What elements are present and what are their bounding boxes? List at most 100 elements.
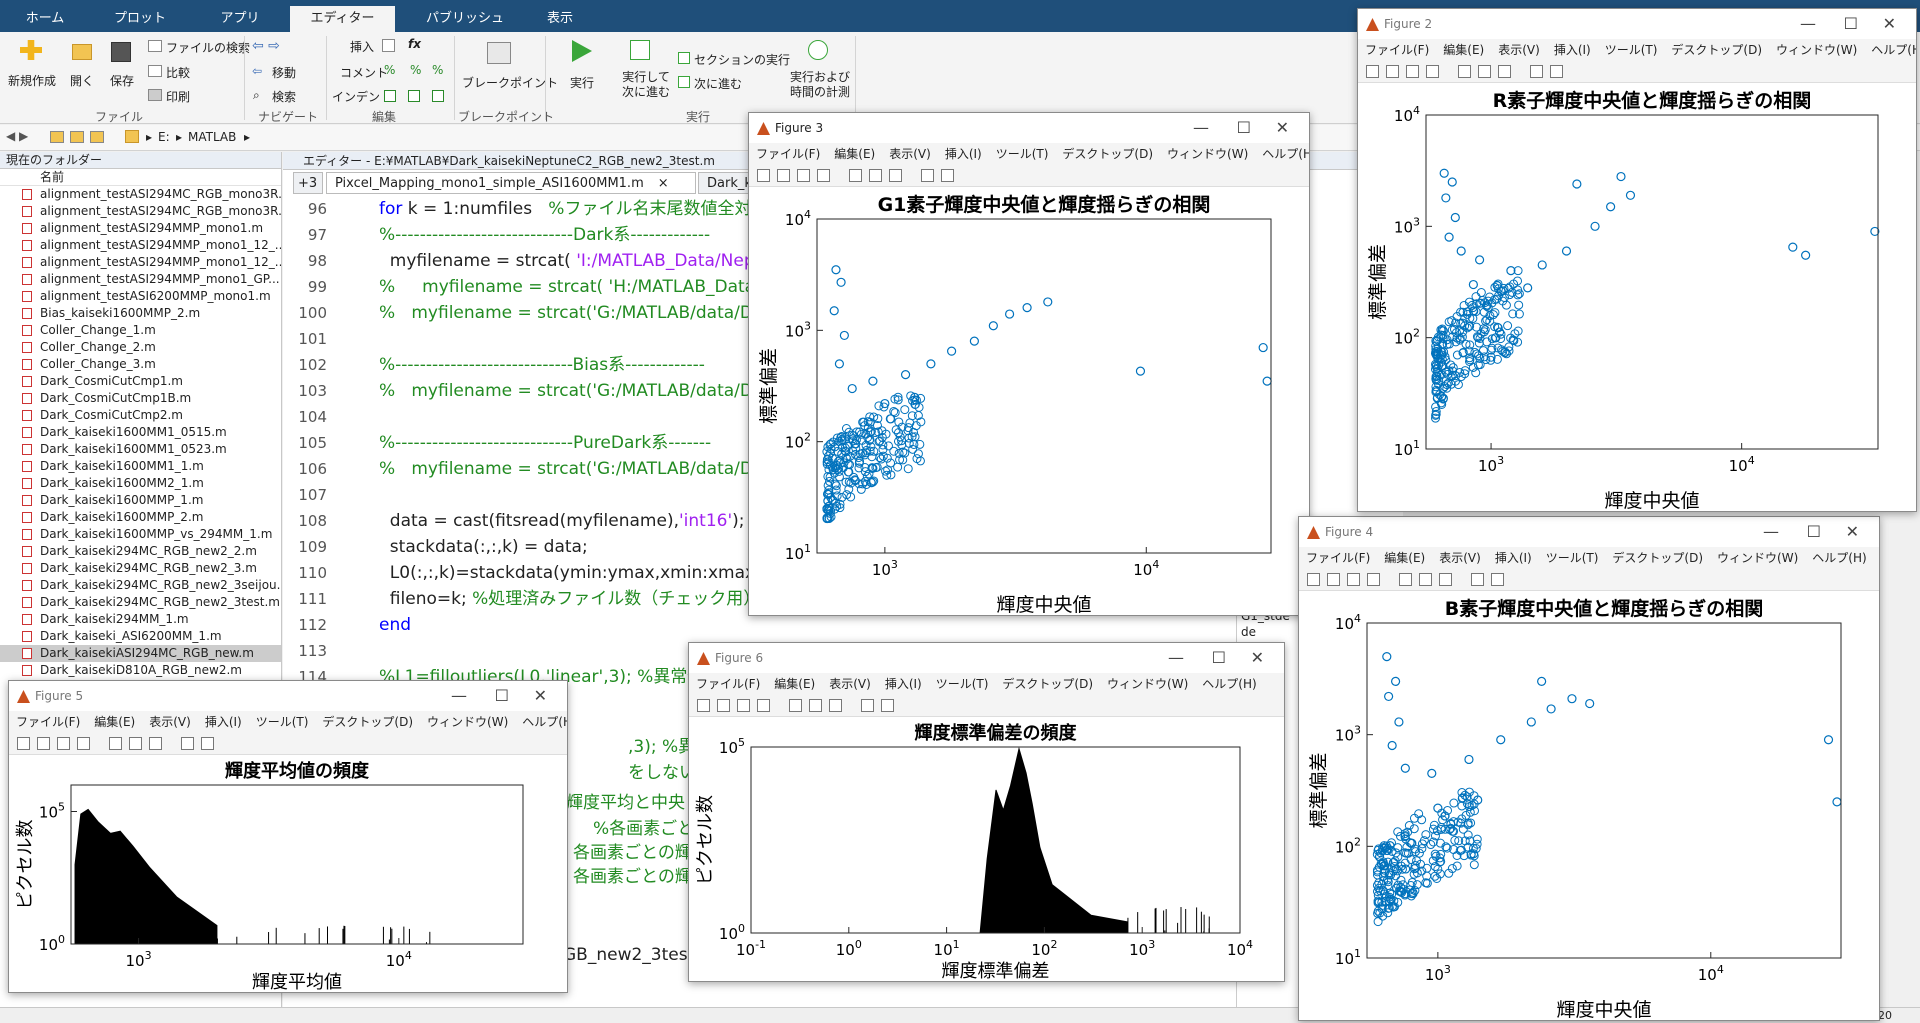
minimize-icon[interactable]: — <box>451 681 467 711</box>
browse-folder-icon[interactable] <box>70 131 84 143</box>
print-icon[interactable] <box>1426 65 1439 78</box>
maximize-icon[interactable]: ☐ <box>1807 517 1821 547</box>
colorbar-icon[interactable] <box>1478 65 1491 78</box>
colorbar-icon[interactable] <box>129 737 142 750</box>
close-icon[interactable]: ✕ <box>534 681 547 711</box>
minimize-icon[interactable]: — <box>1763 517 1779 547</box>
tab-plots[interactable]: プロット <box>105 6 175 32</box>
compare-button[interactable]: 比較 <box>166 64 190 81</box>
figure-menu-item[interactable]: ファイル(F) <box>1299 547 1377 569</box>
nav-arrows-icon[interactable]: ◀ ▶ <box>6 129 28 143</box>
figure-menu-item[interactable]: ヘルプ(H) <box>1864 39 1916 61</box>
figure-menu-item[interactable]: 表示(V) <box>142 711 198 733</box>
folder-file-item[interactable]: alignment_testASI294MC_RGB_mono3R... <box>0 203 281 220</box>
save-icon[interactable] <box>1406 65 1419 78</box>
figure-menu-item[interactable]: デスクトップ(D) <box>315 711 420 733</box>
figure-menu-item[interactable]: ウィンドウ(W) <box>420 711 515 733</box>
insert-button[interactable]: 挿入 <box>350 38 374 55</box>
folder-file-item[interactable]: alignment_testASI294MMP_mono1_12_... <box>0 237 281 254</box>
property-inspector-icon[interactable] <box>201 737 214 750</box>
figure-menu-item[interactable]: ウィンドウ(W) <box>1100 673 1195 695</box>
find-button[interactable]: 検索 <box>272 88 296 105</box>
save-icon[interactable] <box>797 169 810 182</box>
comment-button[interactable]: コメント <box>340 64 388 81</box>
tab-editor[interactable]: エディター <box>290 6 395 32</box>
folder-file-item[interactable]: Dark_kaisekiASI294MC_RGB_new.m <box>0 645 281 662</box>
chart-svg[interactable]: R素子輝度中央値と輝度揺らぎの相関輝度中央値標準偏差103 10410110210… <box>1358 83 1917 512</box>
figure-menu-item[interactable]: 挿入(I) <box>1547 39 1598 61</box>
run-section-button[interactable]: セクションの実行 <box>694 51 790 68</box>
folder-file-item[interactable]: Dark_kaiseki294MC_RGB_new2_3seijou.m <box>0 577 281 594</box>
comment-percent-icon[interactable]: % <box>384 63 395 77</box>
property-inspector-icon[interactable] <box>941 169 954 182</box>
figure-2-window[interactable]: Figure 2— ☐ ✕ ファイル(F) 編集(E) 表示(V) 挿入(I) ツール(T) デ… <box>1357 8 1917 512</box>
figure-menu-item[interactable]: ツール(T) <box>1598 39 1665 61</box>
maximize-icon[interactable]: ☐ <box>495 681 509 711</box>
print-icon[interactable] <box>77 737 90 750</box>
tab-publish[interactable]: パブリッシュ <box>415 6 515 32</box>
save-button[interactable]: 保存 <box>110 72 134 89</box>
legend-icon[interactable] <box>889 169 902 182</box>
folder-file-item[interactable]: Dark_kaiseki1600MMP_vs_294MM_1.m <box>0 526 281 543</box>
new-figure-icon[interactable] <box>1366 65 1379 78</box>
smart-indent-icon[interactable] <box>384 90 396 102</box>
figure-5-window[interactable]: Figure 5— ☐ ✕ ファイル(F) 編集(E) 表示(V) 挿入(I) ツール(T) デ… <box>8 680 568 993</box>
fx-icon[interactable]: fx <box>408 37 421 51</box>
figure-menu-item[interactable]: デスクトップ(D) <box>995 673 1100 695</box>
path-drive[interactable]: E: <box>158 130 170 144</box>
close-icon[interactable]: ✕ <box>1251 643 1264 673</box>
chart-svg[interactable]: 輝度標準偏差の頻度輝度標準偏差ピクセル数10-1 100 101 102 103 1041… <box>689 717 1285 982</box>
tab-view[interactable]: 表示 <box>530 6 590 32</box>
open-file-icon[interactable] <box>777 169 790 182</box>
link-plot-icon[interactable] <box>1458 65 1471 78</box>
figure-menu-item[interactable]: 表示(V) <box>882 143 938 165</box>
uncomment-icon[interactable]: % <box>410 63 421 77</box>
pointer-icon[interactable] <box>921 169 934 182</box>
new-figure-icon[interactable] <box>697 699 710 712</box>
figure-menu-item[interactable]: デスクトップ(D) <box>1605 547 1710 569</box>
indent-button[interactable]: インデント <box>332 88 392 105</box>
print-icon[interactable] <box>757 699 770 712</box>
figure-title-bar[interactable]: Figure 4 <box>1299 517 1879 547</box>
open-button[interactable]: 開く <box>70 72 94 89</box>
close-tab-icon[interactable]: × <box>658 176 669 191</box>
pointer-icon[interactable] <box>1471 573 1484 586</box>
open-file-icon[interactable] <box>1327 573 1340 586</box>
folder-file-item[interactable]: Dark_kaiseki1600MMP_2.m <box>0 509 281 526</box>
minimize-icon[interactable]: — <box>1193 113 1209 143</box>
tab-apps[interactable]: アプリ <box>205 6 275 32</box>
workspace-var[interactable]: de <box>1237 624 1296 640</box>
figure-menu-item[interactable]: ヘルプ(H) <box>1195 673 1263 695</box>
print-icon[interactable] <box>817 169 830 182</box>
figure-menu-item[interactable]: 表示(V) <box>1432 547 1488 569</box>
increase-indent-icon[interactable] <box>408 90 420 102</box>
link-plot-icon[interactable] <box>849 169 862 182</box>
legend-icon[interactable] <box>149 737 162 750</box>
new-figure-icon[interactable] <box>17 737 30 750</box>
print-icon[interactable] <box>1367 573 1380 586</box>
folder-file-item[interactable]: Dark_kaiseki1600MM1_0523.m <box>0 441 281 458</box>
colorbar-icon[interactable] <box>1419 573 1432 586</box>
figure-menu-item[interactable]: ファイル(F) <box>1358 39 1436 61</box>
folder-file-item[interactable]: Dark_kaiseki294MC_RGB_new2_2.m <box>0 543 281 560</box>
link-plot-icon[interactable] <box>1399 573 1412 586</box>
folder-file-item[interactable]: Dark_kaiseki294MC_RGB_new2_3test.m <box>0 594 281 611</box>
search-folder-icon[interactable] <box>90 131 104 143</box>
folder-file-item[interactable]: Dark_kaiseki294MC_RGB_new2_3.m <box>0 560 281 577</box>
goto-button[interactable]: 移動 <box>272 64 296 81</box>
editor-tab-pixcel-mapping[interactable]: Pixcel_Mapping_mono1_simple_ASI1600MM1.m… <box>326 172 696 194</box>
minimize-icon[interactable]: — <box>1168 643 1184 673</box>
figure-title-bar[interactable]: Figure 5 <box>9 681 567 711</box>
open-file-icon[interactable] <box>37 737 50 750</box>
figure-menu-item[interactable]: 編集(E) <box>87 711 142 733</box>
pointer-icon[interactable] <box>861 699 874 712</box>
figure-menu-item[interactable]: 挿入(I) <box>938 143 989 165</box>
property-inspector-icon[interactable] <box>881 699 894 712</box>
figure-menu-item[interactable]: ツール(T) <box>989 143 1056 165</box>
folder-file-item[interactable]: alignment_testASI294MMP_mono1.m <box>0 220 281 237</box>
figure-menu-item[interactable]: 編集(E) <box>827 143 882 165</box>
new-button[interactable]: 新規作成 <box>8 72 56 89</box>
folder-file-item[interactable]: Dark_CosmiCutCmp1.m <box>0 373 281 390</box>
pointer-icon[interactable] <box>181 737 194 750</box>
open-file-icon[interactable] <box>1386 65 1399 78</box>
